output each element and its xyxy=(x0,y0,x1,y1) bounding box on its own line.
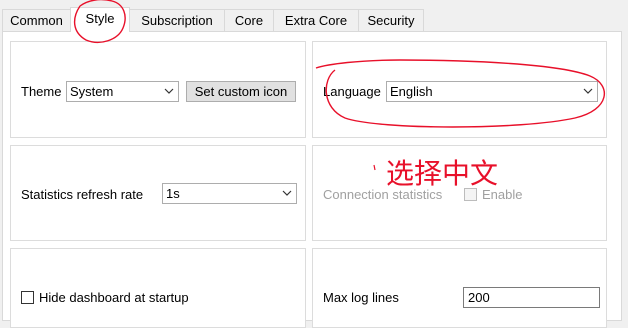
tab-label: Security xyxy=(367,13,415,28)
language-select-value: English xyxy=(390,84,433,99)
tab-label: Style xyxy=(85,11,115,26)
hide-dashboard-checkbox[interactable] xyxy=(21,291,34,304)
tab-label: Common xyxy=(10,13,63,28)
language-panel: Language English xyxy=(312,41,607,138)
tab-label: Core xyxy=(234,13,264,28)
hide-dashboard-label: Hide dashboard at startup xyxy=(39,290,189,305)
tab-label: Subscription xyxy=(141,13,213,28)
tab-security[interactable]: Security xyxy=(358,9,424,31)
theme-panel: Theme System Set custom icon xyxy=(10,41,306,138)
tab-style[interactable]: Style xyxy=(70,7,130,32)
chevron-down-icon xyxy=(281,184,293,203)
language-label: Language xyxy=(323,84,381,99)
set-custom-icon-button[interactable]: Set custom icon xyxy=(186,81,296,102)
chinese-annotation-text: 选择中文 xyxy=(386,157,499,190)
style-tab-page: Theme System Set custom icon Language En… xyxy=(2,31,622,328)
tab-subscription[interactable]: Subscription xyxy=(129,9,225,31)
theme-select-value: System xyxy=(70,84,114,99)
stats-refresh-select[interactable]: 1s xyxy=(162,183,297,204)
stats-panel: Statistics refresh rate 1s xyxy=(10,145,306,241)
dashboard-panel: Hide dashboard at startup xyxy=(10,248,306,328)
log-panel: Max log lines 200 xyxy=(312,248,607,328)
chevron-down-icon xyxy=(582,82,594,101)
tab-core[interactable]: Core xyxy=(224,9,274,31)
chevron-down-icon xyxy=(163,82,175,101)
tab-label: Extra Core xyxy=(284,13,348,28)
language-select[interactable]: English xyxy=(386,81,598,102)
theme-label: Theme xyxy=(21,84,62,99)
stats-refresh-value: 1s xyxy=(166,186,180,201)
stats-refresh-label: Statistics refresh rate xyxy=(21,187,144,202)
tab-common[interactable]: Common xyxy=(2,9,71,31)
max-log-lines-label: Max log lines xyxy=(323,290,399,305)
tab-extra-core[interactable]: Extra Core xyxy=(273,9,359,31)
theme-select[interactable]: System xyxy=(66,81,179,102)
max-log-lines-input[interactable]: 200 xyxy=(463,287,600,308)
